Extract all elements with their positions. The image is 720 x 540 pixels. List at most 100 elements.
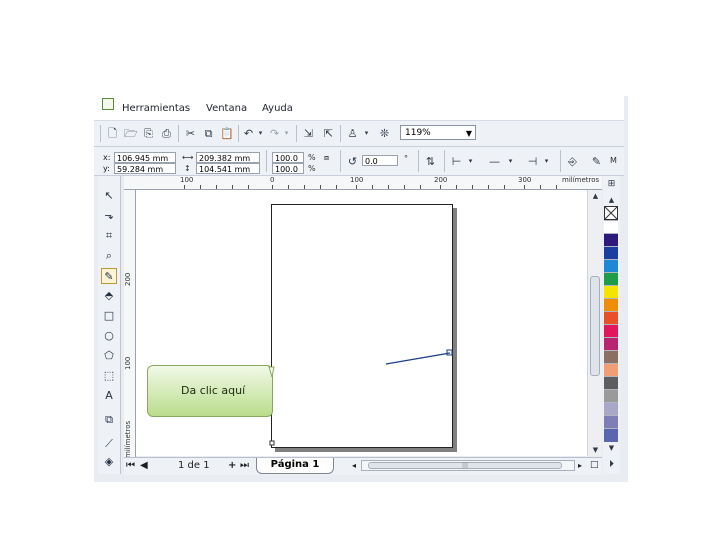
cut-icon[interactable]: ✂ xyxy=(184,127,197,140)
vertical-scrollbar[interactable]: ▲ ▼ xyxy=(587,190,602,456)
ellipse-tool-icon[interactable]: ○ xyxy=(101,328,117,344)
menu-herramientas[interactable]: Herramientas xyxy=(122,103,190,114)
smart-fill-tool-icon[interactable]: ⬘ xyxy=(101,288,117,304)
shape-tool-icon[interactable]: ⬎ xyxy=(101,208,117,224)
launcher-dropdown-icon[interactable]: ▾ xyxy=(360,127,373,140)
copy-icon[interactable]: ⧉ xyxy=(202,127,215,140)
scroll-down-icon[interactable]: ▼ xyxy=(589,444,602,457)
color-swatch[interactable] xyxy=(604,350,618,364)
end-arrowhead-icon[interactable]: ⊣ xyxy=(526,155,539,168)
basic-shapes-tool-icon[interactable]: ⬚ xyxy=(101,368,117,384)
color-swatch[interactable] xyxy=(604,402,618,416)
color-swatch[interactable] xyxy=(604,233,618,247)
previous-page-icon[interactable]: ◀ xyxy=(140,460,148,471)
color-swatch[interactable] xyxy=(604,376,618,390)
new-document-icon[interactable]: 🗋 xyxy=(106,127,119,140)
color-swatch[interactable] xyxy=(604,298,618,312)
wrap-text-icon[interactable]: ⎆ xyxy=(566,155,579,168)
color-swatch[interactable] xyxy=(604,389,618,403)
menu-ayuda[interactable]: Ayuda xyxy=(262,103,293,114)
lock-ratio-icon[interactable]: ⧈ xyxy=(324,152,329,163)
x-position-field[interactable]: 106.945 mm xyxy=(114,152,176,163)
height-field[interactable]: 104.541 mm xyxy=(196,163,260,174)
height-icon: ↕ xyxy=(184,164,191,173)
standard-toolbar: 🗋 🗁 ⎘ ⎙ ✂ ⧉ 📋 ↶ ▾ ↷ ▾ ⇲ ⇱ ♙ ▾ ❊ 119% ▼ xyxy=(94,121,624,147)
vertical-ruler: 200 100 milímetros xyxy=(124,190,136,458)
color-swatch[interactable] xyxy=(604,246,618,260)
rotation-field[interactable]: 0.0 xyxy=(362,155,398,166)
color-swatch[interactable] xyxy=(604,428,618,442)
color-swatch[interactable] xyxy=(604,337,618,351)
redo-dropdown-icon[interactable]: ▾ xyxy=(280,127,293,140)
line-style-dropdown-icon[interactable]: ▾ xyxy=(504,155,517,168)
start-arrowhead-dropdown-icon[interactable]: ▾ xyxy=(464,155,477,168)
zoom-value: 119% xyxy=(405,128,431,138)
y-position-field[interactable]: 59.284 mm xyxy=(114,163,176,174)
paste-icon[interactable]: 📋 xyxy=(220,127,234,140)
h-tick: 0 xyxy=(270,176,275,184)
color-swatch[interactable] xyxy=(604,259,618,273)
polygon-tool-icon[interactable]: ⬠ xyxy=(101,348,117,364)
outline-pen-icon[interactable]: ✎ xyxy=(590,155,603,168)
text-tool-icon[interactable]: A xyxy=(101,388,117,404)
scale-x-percent: % xyxy=(308,153,316,162)
pick-tool-icon[interactable]: ↖ xyxy=(101,188,117,204)
zoom-select[interactable]: 119% ▼ xyxy=(400,125,476,140)
palette-scroll-down-icon[interactable]: ▼ xyxy=(605,442,618,455)
horizontal-scrollbar[interactable]: ||| xyxy=(361,460,575,471)
color-swatch[interactable] xyxy=(604,285,618,299)
width-field[interactable]: 209.382 mm xyxy=(196,152,260,163)
no-color-swatch[interactable] xyxy=(604,206,618,220)
application-launcher-icon[interactable]: ♙ xyxy=(346,127,359,140)
color-swatch[interactable] xyxy=(604,363,618,377)
color-swatch[interactable] xyxy=(604,324,618,338)
save-icon[interactable]: ⎘ xyxy=(142,127,155,140)
freehand-tool-icon[interactable]: ✎ xyxy=(101,268,117,284)
scale-x-field[interactable]: 100.0 xyxy=(272,152,304,163)
color-swatch[interactable] xyxy=(604,415,618,429)
export-icon[interactable]: ⇱ xyxy=(322,127,335,140)
start-arrowhead-icon[interactable]: ⊢ xyxy=(450,155,463,168)
h-tick: 100 xyxy=(350,176,364,184)
menu-bar: Herramientas Ventana Ayuda xyxy=(94,96,624,121)
v-tick: 200 xyxy=(124,272,132,286)
color-swatch[interactable] xyxy=(604,220,618,234)
last-page-icon[interactable]: ⏭ xyxy=(240,460,249,471)
print-icon[interactable]: ⎙ xyxy=(160,127,173,140)
v-ruler-units: milímetros xyxy=(124,420,132,458)
welcome-screen-icon[interactable]: ❊ xyxy=(378,127,391,140)
scroll-right-icon[interactable]: ▸ xyxy=(578,461,582,470)
h-tick: 200 xyxy=(434,176,448,184)
rectangle-tool-icon[interactable]: □ xyxy=(101,308,117,324)
zoom-tool-icon[interactable]: ⌕ xyxy=(101,248,117,264)
vertical-scroll-thumb[interactable] xyxy=(590,276,600,376)
page-tab[interactable]: Página 1 xyxy=(256,458,334,474)
line-style-icon[interactable]: — xyxy=(488,155,501,168)
end-arrowhead-dropdown-icon[interactable]: ▾ xyxy=(540,155,553,168)
palette-options-icon[interactable]: ⊞ xyxy=(605,178,618,191)
h-tick: 100 xyxy=(180,176,194,184)
add-page-icon[interactable]: + xyxy=(228,460,236,471)
undo-dropdown-icon[interactable]: ▾ xyxy=(254,127,267,140)
scroll-up-icon[interactable]: ▲ xyxy=(589,190,602,203)
palette-flyout-icon[interactable]: ⏵ xyxy=(605,458,618,471)
zoom-fit-icon[interactable]: □ xyxy=(590,460,599,470)
outline-tool-icon[interactable]: ◈ xyxy=(101,454,117,470)
color-swatch[interactable] xyxy=(604,311,618,325)
horizontal-scroll-thumb[interactable]: ||| xyxy=(368,462,562,469)
crop-tool-icon[interactable]: ⌗ xyxy=(101,228,117,244)
rotation-icon: ↺ xyxy=(347,155,358,168)
horizontal-ruler: 100 0 100 200 300 milímetros xyxy=(124,176,602,190)
eyedropper-tool-icon[interactable]: ⟋ xyxy=(101,436,117,452)
interactive-blend-tool-icon[interactable]: ⧉ xyxy=(101,412,117,428)
document-icon[interactable] xyxy=(102,98,114,110)
scroll-left-icon[interactable]: ◂ xyxy=(352,461,356,470)
page-navigator: ⏮ ◀ 1 de 1 + ⏭ Página 1 ||| ◂ ▸ □ xyxy=(124,457,602,475)
menu-ventana[interactable]: Ventana xyxy=(206,103,247,114)
open-icon[interactable]: 🗁 xyxy=(124,127,138,140)
scale-y-field[interactable]: 100.0 xyxy=(272,163,304,174)
color-swatch[interactable] xyxy=(604,272,618,286)
import-icon[interactable]: ⇲ xyxy=(302,127,315,140)
first-page-icon[interactable]: ⏮ xyxy=(126,460,135,471)
mirror-icon[interactable]: ⇅ xyxy=(424,155,437,168)
